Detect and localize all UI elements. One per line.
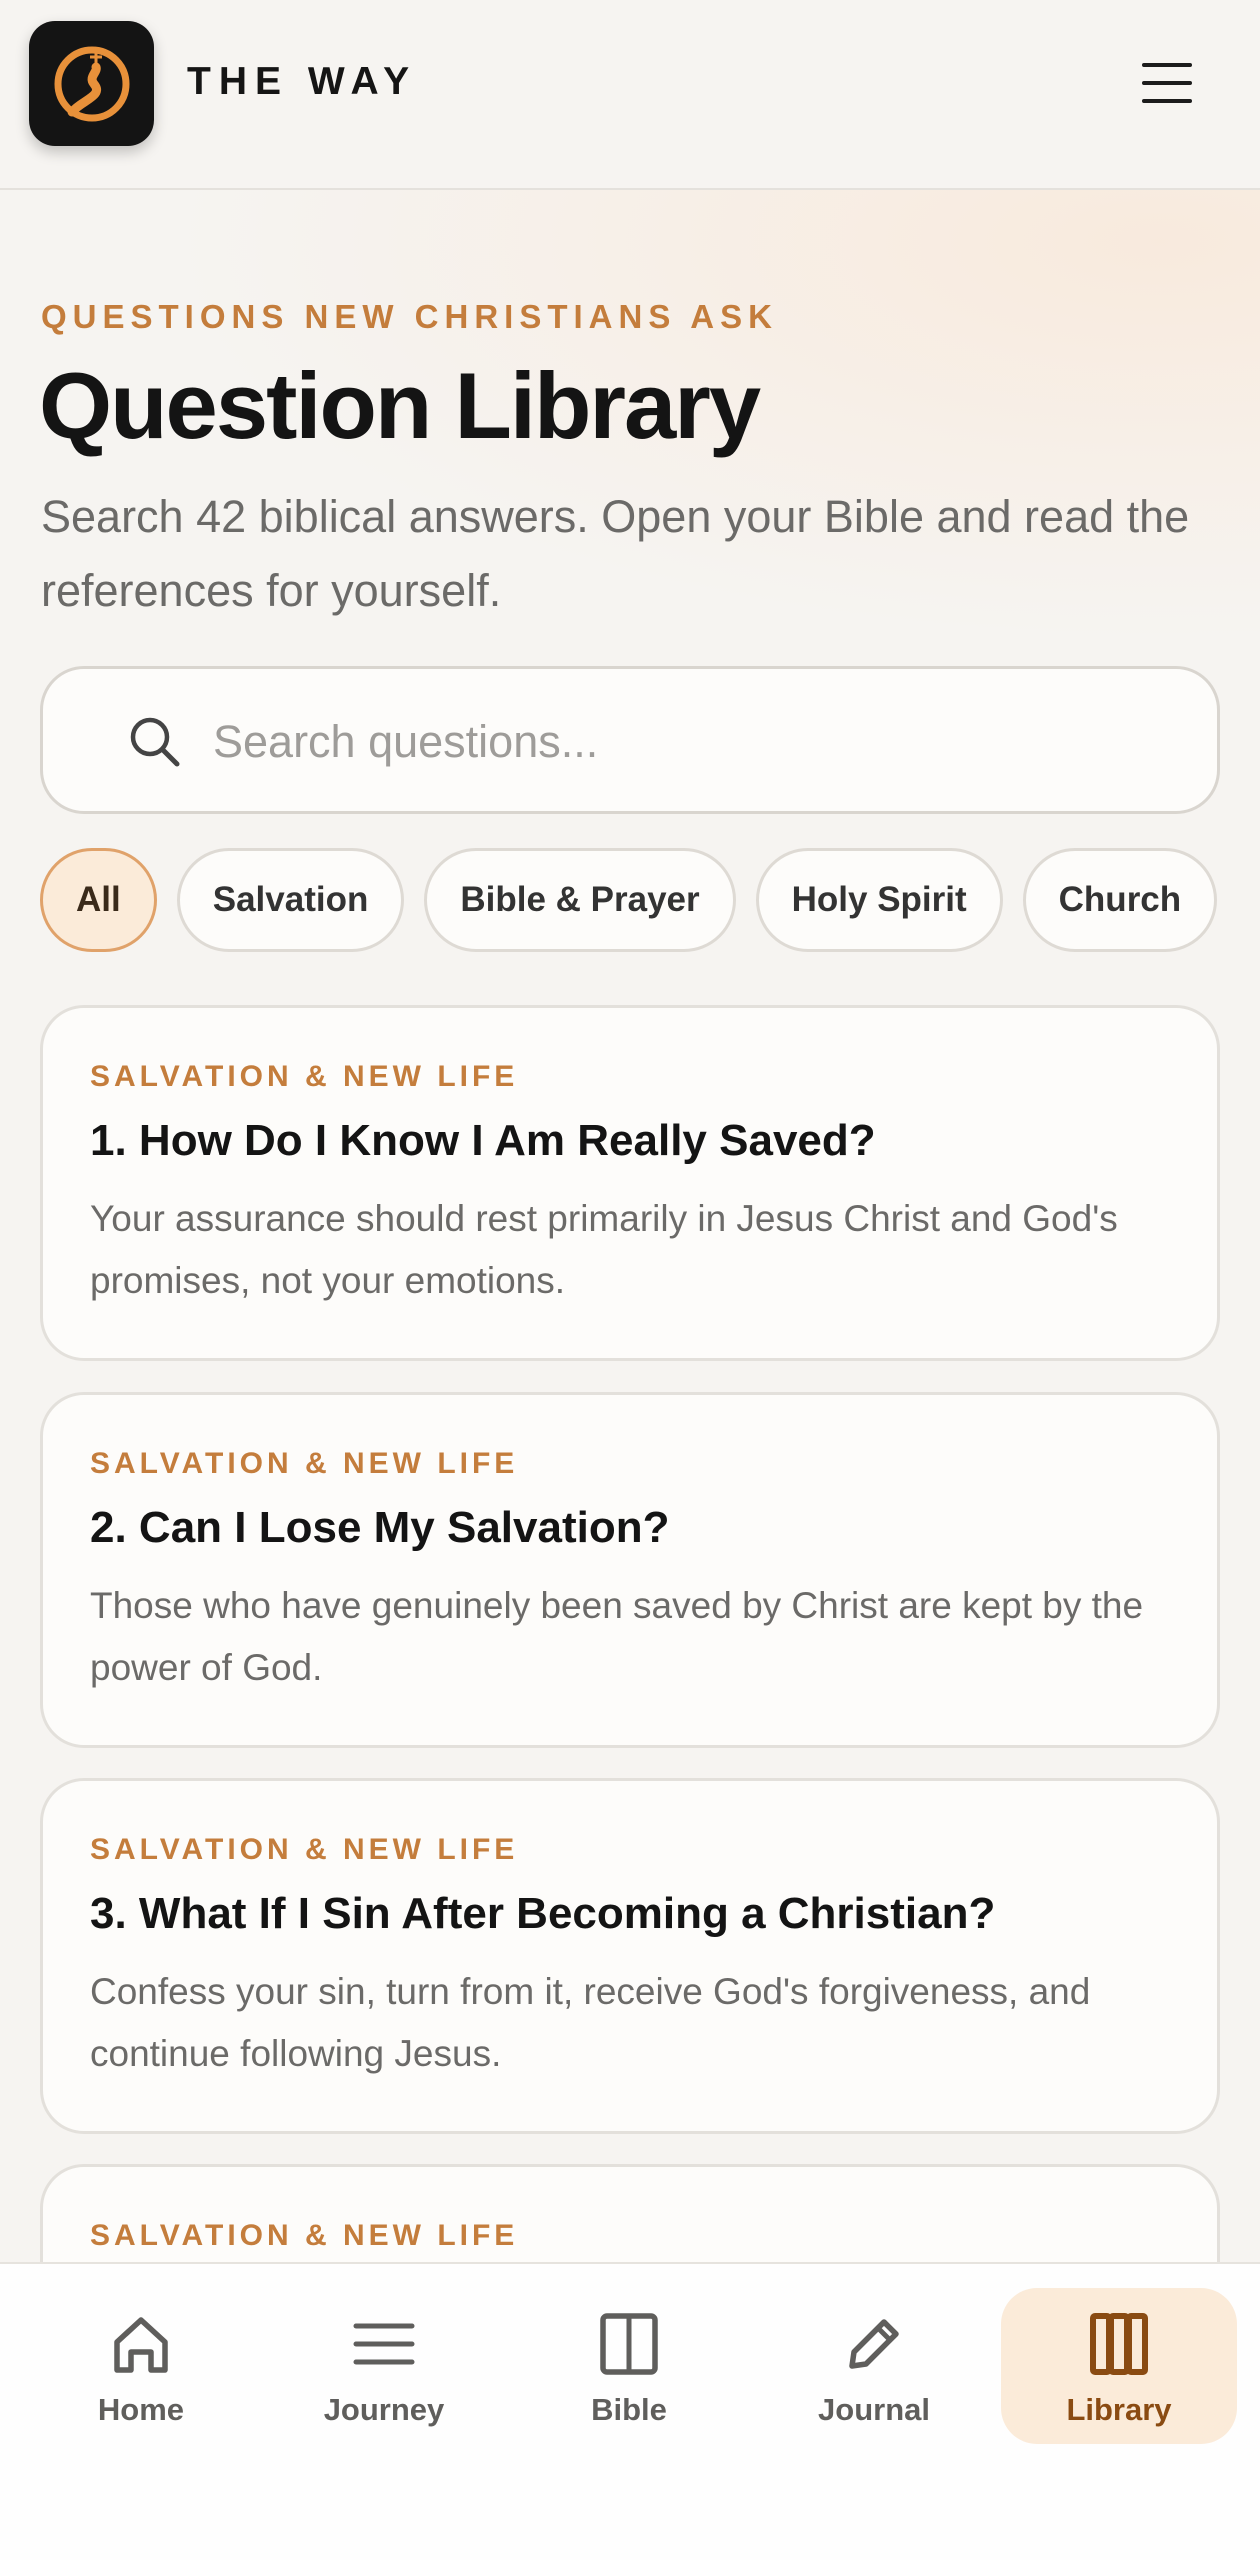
page-subtitle: Search 42 biblical answers. Open your Bi… — [41, 491, 1190, 616]
question-category: SALVATION & NEW LIFE — [90, 2219, 519, 2252]
page-title: Question Library — [39, 353, 761, 458]
pencil-icon — [849, 2319, 899, 2369]
question-category: SALVATION & NEW LIFE — [90, 1833, 519, 1866]
filter-chip-all[interactable]: All — [40, 848, 157, 952]
question-category: SALVATION & NEW LIFE — [90, 1060, 519, 1093]
nav-label: Bible — [591, 2392, 667, 2427]
nav-item-journal[interactable]: Journal — [756, 2288, 992, 2444]
nav-item-home[interactable]: Home — [23, 2288, 259, 2444]
question-card[interactable]: SALVATION & NEW LIFE 2. Can I Lose My Sa… — [40, 1392, 1220, 1748]
section-eyebrow: QUESTIONS NEW CHRISTIANS ASK — [41, 298, 778, 335]
question-card[interactable]: SALVATION & NEW LIFE 3. What If I Sin Af… — [40, 1778, 1220, 2134]
question-summary: Your assurance should rest primarily in … — [90, 1198, 1118, 1301]
bottom-navigation: Home Journey Bible Journal Library — [0, 2262, 1260, 2560]
app-logo[interactable] — [29, 21, 154, 146]
search-box[interactable] — [40, 666, 1220, 814]
hamburger-menu-icon[interactable] — [1140, 60, 1194, 106]
nav-item-library[interactable]: Library — [1001, 2288, 1237, 2444]
nav-item-bible[interactable]: Bible — [511, 2288, 747, 2444]
cross-path-logo-icon — [54, 46, 129, 121]
question-title: 1. How Do I Know I Am Really Saved? — [90, 1116, 876, 1165]
search-icon — [130, 717, 180, 767]
filter-chip-church[interactable]: Church — [1022, 848, 1218, 952]
filter-chip-salvation[interactable]: Salvation — [176, 848, 405, 952]
question-summary: Those who have genuinely been saved by C… — [90, 1585, 1144, 1688]
question-title: 2. Can I Lose My Salvation? — [90, 1503, 670, 1552]
filter-chip-holy-spirit[interactable]: Holy Spirit — [755, 848, 1003, 952]
question-title: 3. What If I Sin After Becoming a Christ… — [90, 1889, 996, 1938]
nav-label: Home — [97, 2392, 185, 2427]
category-filter-chips: All Salvation Bible & Prayer Holy Spirit Chu… — [40, 848, 1220, 956]
app-header: THE WAY — [0, 0, 1260, 190]
question-category: SALVATION & NEW LIFE — [90, 1447, 519, 1480]
filter-chip-bible-prayer[interactable]: Bible & Prayer — [424, 848, 736, 952]
nav-item-journey[interactable]: Journey — [266, 2288, 502, 2444]
home-icon — [114, 2317, 168, 2373]
book-icon — [600, 2313, 658, 2375]
search-input[interactable] — [213, 699, 1173, 785]
library-icon — [1090, 2313, 1148, 2375]
nav-label: Journey — [323, 2392, 445, 2427]
question-summary: Confess your sin, turn from it, receive … — [90, 1971, 1091, 2074]
list-icon — [353, 2323, 415, 2365]
app-name: THE WAY — [187, 60, 418, 103]
nav-label: Library — [1066, 2392, 1172, 2427]
question-card[interactable]: SALVATION & NEW LIFE 1. How Do I Know I … — [40, 1005, 1220, 1361]
nav-label: Journal — [818, 2392, 930, 2427]
